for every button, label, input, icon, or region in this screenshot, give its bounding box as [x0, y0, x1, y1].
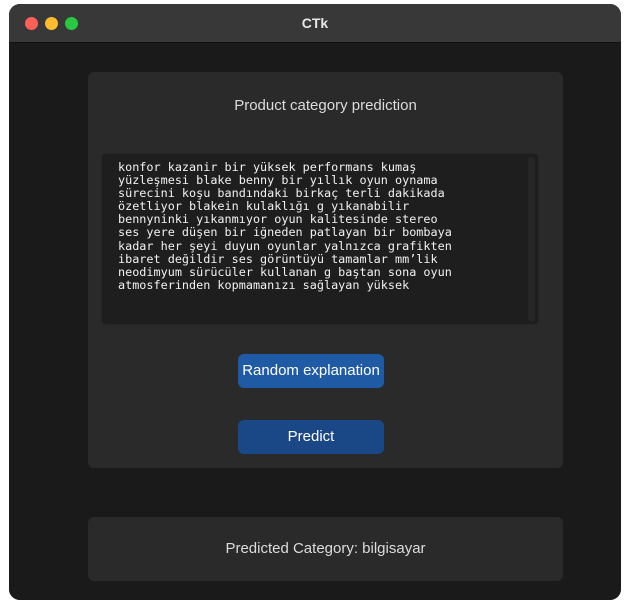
result-card: Predicted Category: bilgisayar — [88, 517, 563, 581]
app-window: CTk Product category prediction konfor k… — [9, 4, 621, 600]
predict-button[interactable]: Predict — [238, 420, 384, 454]
random-explanation-button[interactable]: Random explanation — [238, 354, 384, 388]
description-textbox[interactable]: konfor kazanir bir yüksek performans kum… — [101, 153, 539, 325]
card-title: Product category prediction — [234, 97, 417, 114]
predicted-category-label: Predicted Category: bilgisayar — [225, 540, 426, 557]
textbox-scrollbar[interactable] — [528, 157, 535, 321]
description-text[interactable]: konfor kazanir bir yüksek performans kum… — [118, 160, 534, 292]
window-title: CTk — [301, 15, 329, 31]
main-content: Product category prediction konfor kazan… — [9, 43, 621, 600]
title-bar[interactable]: CTk — [9, 4, 621, 43]
prediction-card: Product category prediction konfor kazan… — [88, 72, 563, 468]
